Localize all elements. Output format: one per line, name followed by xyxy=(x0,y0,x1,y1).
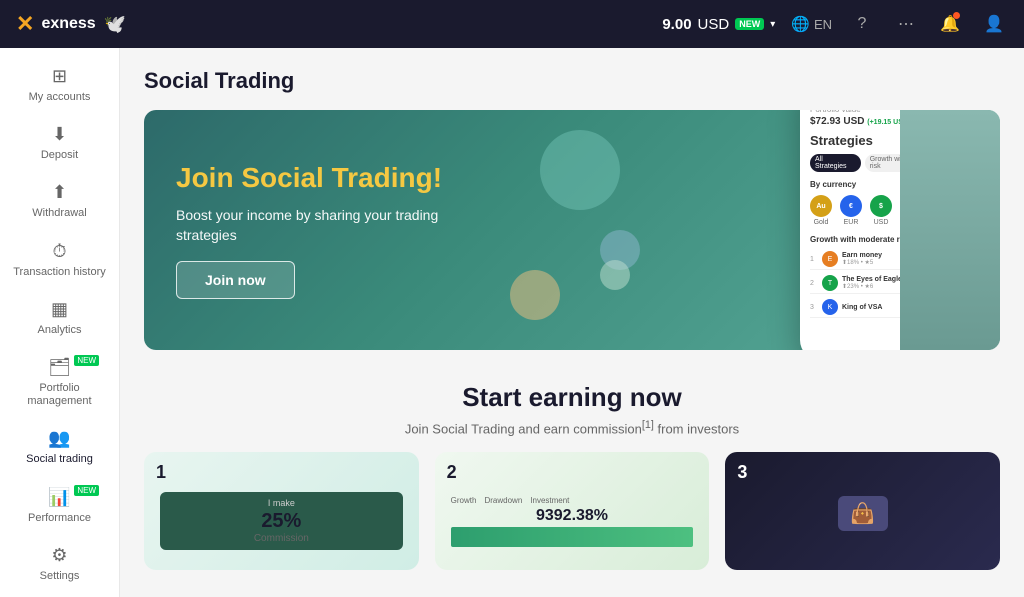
notification-dot xyxy=(953,12,960,19)
help-icon[interactable]: ? xyxy=(848,10,876,38)
step-num-2: 2 xyxy=(447,462,457,483)
start-earning-section: Start earning now Join Social Trading an… xyxy=(144,374,1000,578)
balance-chevron-icon[interactable]: ▾ xyxy=(770,19,775,30)
strategy-num: 2 xyxy=(810,280,818,287)
portfolio-icon: 🗂 xyxy=(48,357,71,378)
sidebar-item-withdrawal[interactable]: ⬆ Withdrawal xyxy=(0,172,119,230)
step-pct-1: 25% xyxy=(170,510,393,533)
sidebar-item-label: Portfolio management xyxy=(8,382,111,408)
transaction-history-icon: ⏱ xyxy=(52,241,66,262)
strategy-num: 1 xyxy=(810,256,818,263)
sidebar-item-portfolio-management[interactable]: NEW 🗂 Portfolio management xyxy=(0,347,119,418)
language-label: EN xyxy=(814,17,832,32)
header: ✕ exness 🕊️ 9.00 USD NEW ▾ 🌐 EN ? ⋯ 🔔 👤 xyxy=(0,0,1024,48)
apps-grid-icon[interactable]: ⋯ xyxy=(892,10,920,38)
step-pct-2: 9392.38% xyxy=(451,507,694,525)
sidebar-item-transaction-history[interactable]: ⏱ Transaction history xyxy=(0,231,119,289)
start-earning-subtitle: Join Social Trading and earn commission[… xyxy=(144,419,1000,436)
sidebar-item-label: My accounts xyxy=(29,91,91,104)
performance-new-badge: NEW xyxy=(74,485,99,496)
performance-icon: 📊 xyxy=(48,487,70,508)
balance-amount: 9.00 xyxy=(662,16,691,33)
balance-new-badge: NEW xyxy=(735,18,764,30)
balance-area[interactable]: 9.00 USD NEW ▾ xyxy=(662,16,775,33)
step-num-1: 1 xyxy=(156,462,166,483)
globe-icon: 🌐 xyxy=(791,15,810,33)
sidebar-item-performance[interactable]: NEW 📊 Performance xyxy=(0,477,119,535)
currency-gold: Au Gold xyxy=(810,195,832,226)
logo-bird-icon: 🕊️ xyxy=(104,14,126,35)
sidebar-item-label: Deposit xyxy=(41,149,78,162)
usd-circle: $ xyxy=(870,195,892,217)
usd-label: USD xyxy=(874,219,889,226)
eur-circle: € xyxy=(840,195,862,217)
page-title: Social Trading xyxy=(144,68,1000,94)
step-num-3: 3 xyxy=(737,462,747,483)
banner-subtitle: Boost your income by sharing your tradin… xyxy=(176,206,456,245)
main-layout: ⊞ My accounts ⬇ Deposit ⬆ Withdrawal ⏱ T… xyxy=(0,48,1024,597)
banner-left: Join Social Trading! Boost your income b… xyxy=(144,110,780,350)
withdrawal-icon: ⬆ xyxy=(52,182,67,203)
eur-label: EUR xyxy=(844,219,859,226)
join-now-button[interactable]: Join now xyxy=(176,261,295,299)
start-earning-title: Start earning now xyxy=(144,382,1000,413)
strategy-avatar-1: E xyxy=(822,251,838,267)
sidebar-item-label: Performance xyxy=(28,512,91,525)
logo-icon: ✕ xyxy=(16,11,33,37)
social-trading-icon: 👥 xyxy=(48,428,70,449)
currency-usd: $ USD xyxy=(870,195,892,226)
sidebar-item-settings[interactable]: ⚙ Settings xyxy=(0,535,119,593)
social-trading-banner: Join Social Trading! Boost your income b… xyxy=(144,110,1000,350)
language-selector[interactable]: 🌐 EN xyxy=(791,15,832,33)
my-accounts-icon: ⊞ xyxy=(52,66,67,87)
strategy-num: 3 xyxy=(810,304,818,311)
header-left: ✕ exness 🕊️ xyxy=(16,11,126,37)
phone-tab-all[interactable]: All Strategies xyxy=(810,154,861,172)
sidebar-item-label: Social trading xyxy=(26,453,93,466)
sidebar-item-label: Withdrawal xyxy=(32,207,86,220)
banner-phone-area: 9:41 📶 Portfolio value $72.93 USD (+19.1… xyxy=(780,110,1000,350)
sidebar: ⊞ My accounts ⬇ Deposit ⬆ Withdrawal ⏱ T… xyxy=(0,48,120,597)
sidebar-item-label: Analytics xyxy=(37,324,81,337)
main-content: Social Trading Join Social Trading! Boos… xyxy=(120,48,1024,597)
sidebar-item-social-trading[interactable]: 👥 Social trading xyxy=(0,418,119,476)
analytics-icon: ▦ xyxy=(51,299,68,320)
gold-label: Gold xyxy=(814,219,829,226)
settings-icon: ⚙ xyxy=(51,545,67,566)
step-content-2: GrowthDrawdownInvestment 9392.38% xyxy=(451,496,694,547)
step-card-1: 1 I make 25% Commission xyxy=(144,452,419,570)
logo-text: exness xyxy=(41,15,95,33)
person-silhouette xyxy=(900,110,1000,350)
banner-person xyxy=(900,110,1000,350)
sidebar-item-label: Transaction history xyxy=(13,266,106,279)
banner-title: Join Social Trading! xyxy=(176,161,748,195)
sidebar-item-label: Settings xyxy=(40,570,80,583)
sidebar-item-deposit[interactable]: ⬇ Deposit xyxy=(0,114,119,172)
notification-icon[interactable]: 🔔 xyxy=(936,10,964,38)
strategy-avatar-2: T xyxy=(822,275,838,291)
sidebar-item-my-accounts[interactable]: ⊞ My accounts xyxy=(0,56,119,114)
gold-circle: Au xyxy=(810,195,832,217)
step-card-2: 2 GrowthDrawdownInvestment 9392.38% xyxy=(435,452,710,570)
user-avatar-icon[interactable]: 👤 xyxy=(980,10,1008,38)
step-label-1: Commission xyxy=(170,533,393,544)
balance-currency: USD xyxy=(698,16,730,33)
step-content-3: 👜 xyxy=(741,496,984,531)
step-content-1: I make 25% Commission xyxy=(160,492,403,550)
portfolio-new-badge: NEW xyxy=(74,355,99,366)
deposit-icon: ⬇ xyxy=(52,124,67,145)
step-card-3: 3 👜 xyxy=(725,452,1000,570)
currency-eur: € EUR xyxy=(840,195,862,226)
strategy-avatar-3: K xyxy=(822,299,838,315)
steps-row: 1 I make 25% Commission 2 GrowthDrawdown… xyxy=(144,452,1000,570)
header-right: 9.00 USD NEW ▾ 🌐 EN ? ⋯ 🔔 👤 xyxy=(662,10,1008,38)
sidebar-item-analytics[interactable]: ▦ Analytics xyxy=(0,289,119,347)
